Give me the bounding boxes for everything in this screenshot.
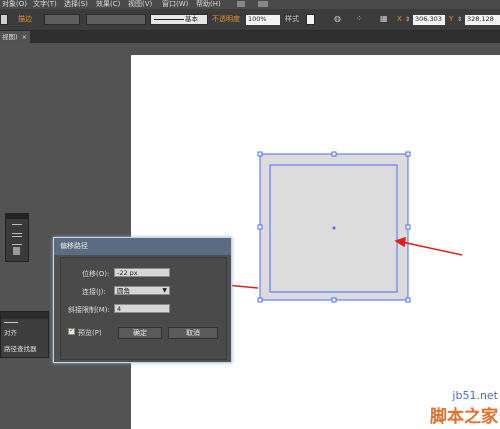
offset-path-dialog: 偏移路径 (53, 237, 232, 363)
joins-value: 圆角 (117, 287, 130, 295)
watermark-site: jb51.net (452, 389, 498, 402)
handle-middle-right (405, 224, 411, 230)
dialog-title: 偏移路径 (60, 242, 88, 250)
miter-limit-input[interactable]: 4 (114, 304, 170, 313)
handle-bottom-middle (331, 297, 337, 303)
handle-middle-left (257, 224, 263, 230)
watermark: jb51.net 脚本之家 (430, 389, 498, 427)
handle-bottom-left (257, 297, 263, 303)
joins-dropdown[interactable]: 圆角 ▼ (114, 286, 170, 295)
offset-input[interactable]: -22 px (114, 268, 170, 277)
handle-top-middle (331, 151, 337, 157)
center-point (332, 226, 336, 230)
preview-checkbox[interactable]: ✓ (68, 326, 75, 335)
chevron-down-icon: ▼ (162, 287, 167, 294)
ok-button[interactable]: 确定 (118, 327, 162, 339)
handle-top-right (405, 151, 411, 157)
offset-label: 位移(O): (82, 270, 110, 278)
watermark-brand: 脚本之家 (430, 407, 498, 427)
miter-limit-label: 斜接限制(M): (68, 306, 110, 314)
cancel-button[interactable]: 取消 (168, 327, 218, 339)
canvas-overlay (145, 151, 463, 303)
joins-label: 连接(J): (82, 288, 106, 296)
preview-label[interactable]: 预览(P) (78, 328, 102, 338)
dialog-titlebar[interactable]: 偏移路径 (54, 238, 231, 255)
handle-bottom-right (405, 297, 411, 303)
handle-top-left (257, 151, 263, 157)
checkmark-icon: ✓ (69, 326, 75, 334)
arrow-to-square (401, 241, 463, 256)
